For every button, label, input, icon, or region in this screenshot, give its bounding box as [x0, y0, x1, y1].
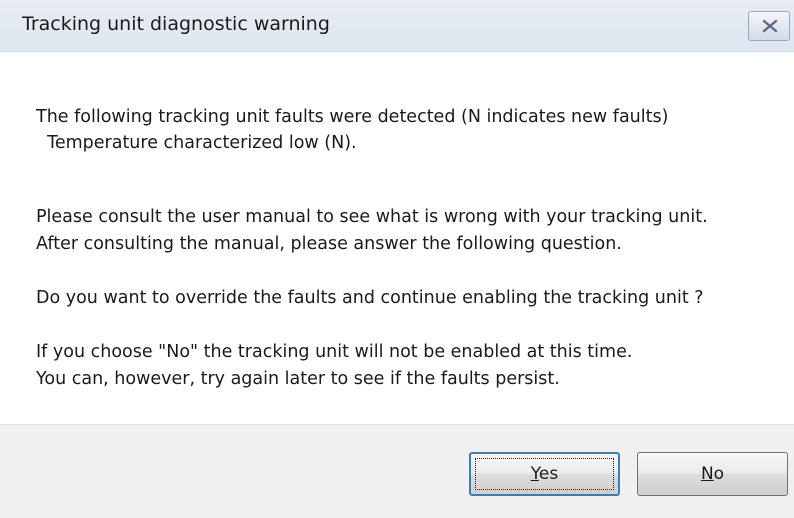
window-title: Tracking unit diagnostic warning — [22, 13, 330, 35]
title-bar[interactable]: Tracking unit diagnostic warning — [0, 0, 794, 52]
yes-label-rest: es — [538, 464, 559, 484]
no-mnemonic: N — [700, 464, 714, 484]
no-label-rest: o — [713, 464, 725, 484]
close-icon — [762, 19, 778, 33]
no-button[interactable]: No — [637, 452, 788, 496]
try-again-text: You can, however, try again later to see… — [36, 369, 560, 389]
message-area: The following tracking unit faults were … — [0, 52, 794, 424]
yes-mnemonic: Y — [530, 464, 539, 484]
close-button[interactable] — [748, 11, 790, 41]
no-choice-text: If you choose "No" the tracking unit wil… — [36, 342, 633, 362]
faults-detected-text: The following tracking unit faults were … — [36, 107, 669, 127]
diagnostic-warning-dialog: Tracking unit diagnostic warning The fol… — [0, 0, 794, 518]
answer-question-text: After consulting the manual, please answ… — [36, 234, 622, 254]
button-bar: Yes No — [0, 424, 794, 518]
fault-item-text: Temperature characterized low (N). — [36, 133, 357, 153]
override-question-text: Do you want to override the faults and c… — [36, 288, 704, 308]
yes-button[interactable]: Yes — [469, 452, 620, 496]
consult-manual-text: Please consult the user manual to see wh… — [36, 207, 708, 227]
